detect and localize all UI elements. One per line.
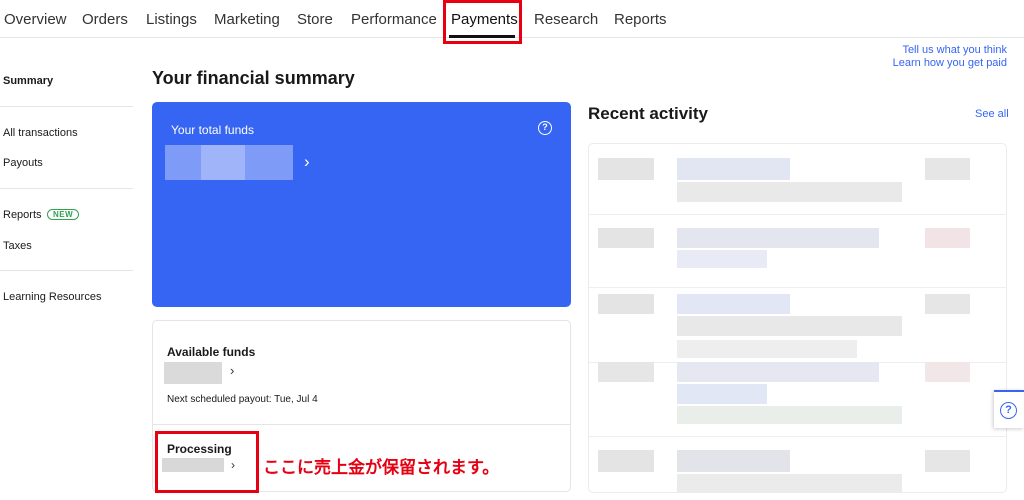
blurred-content <box>598 228 654 248</box>
sidebar-divider <box>0 270 133 271</box>
total-funds-card[interactable]: Your total funds ? › <box>152 102 571 307</box>
sidebar-item-taxes[interactable]: Taxes <box>3 240 32 252</box>
row-separator <box>589 214 1006 215</box>
sidebar-item-all-transactions[interactable]: All transactions <box>3 127 78 139</box>
payments-highlight-box <box>443 0 522 44</box>
tab-performance[interactable]: Performance <box>351 11 437 28</box>
recent-activity-title: Recent activity <box>588 104 708 123</box>
annotation-text: ここに売上金が保留されます。 <box>263 458 500 477</box>
blurred-content <box>925 158 970 180</box>
blurred-content <box>925 294 970 314</box>
tab-reports[interactable]: Reports <box>614 11 667 28</box>
total-funds-label: Your total funds <box>171 123 254 137</box>
question-circle-icon: ? <box>1000 402 1017 419</box>
new-badge: NEW <box>47 209 80 220</box>
tab-listings[interactable]: Listings <box>146 11 197 28</box>
blurred-content <box>677 340 857 358</box>
card-divider <box>153 424 570 425</box>
available-funds-label: Available funds <box>167 345 256 359</box>
blurred-content <box>925 450 970 472</box>
sidebar-item-summary[interactable]: Summary <box>3 75 53 87</box>
learn-paid-link[interactable]: Learn how you get paid <box>893 57 1007 69</box>
help-button[interactable]: ? <box>994 390 1024 428</box>
tab-orders[interactable]: Orders <box>82 11 128 28</box>
blurred-amount <box>164 362 222 384</box>
row-separator <box>589 436 1006 437</box>
sidebar-divider <box>0 106 133 107</box>
blurred-content <box>677 406 902 424</box>
blurred-content <box>677 450 790 472</box>
blurred-content <box>677 182 902 202</box>
blurred-content <box>925 228 970 248</box>
sidebar-divider <box>0 188 133 189</box>
processing-highlight-box <box>155 431 259 493</box>
tab-store[interactable]: Store <box>297 11 333 28</box>
blurred-content <box>677 158 790 180</box>
tab-overview[interactable]: Overview <box>4 11 67 28</box>
chevron-right-icon[interactable]: › <box>304 152 310 172</box>
blurred-content <box>677 294 790 314</box>
blurred-content <box>598 362 654 382</box>
blurred-amount <box>201 145 245 180</box>
blurred-content <box>677 228 879 248</box>
blurred-content <box>598 294 654 314</box>
sidebar-item-reports[interactable]: Reports <box>3 209 42 221</box>
blurred-content <box>677 316 902 336</box>
blurred-content <box>598 450 654 472</box>
chevron-right-icon[interactable]: › <box>230 363 234 378</box>
sidebar-item-payouts[interactable]: Payouts <box>3 157 43 169</box>
blurred-content <box>677 362 879 382</box>
sidebar-item-learning-resources[interactable]: Learning Resources <box>3 291 101 303</box>
row-separator <box>589 287 1006 288</box>
page-title: Your financial summary <box>152 68 355 88</box>
blurred-content <box>677 384 767 404</box>
blurred-content <box>677 250 767 268</box>
next-payout-text: Next scheduled payout: Tue, Jul 4 <box>167 394 318 405</box>
tab-marketing[interactable]: Marketing <box>214 11 280 28</box>
see-all-link[interactable]: See all <box>975 108 1009 120</box>
blurred-content <box>677 474 902 492</box>
feedback-link[interactable]: Tell us what you think <box>902 44 1007 56</box>
tab-research[interactable]: Research <box>534 11 598 28</box>
question-circle-icon[interactable]: ? <box>538 121 552 135</box>
blurred-content <box>925 362 970 382</box>
blurred-content <box>598 158 654 180</box>
